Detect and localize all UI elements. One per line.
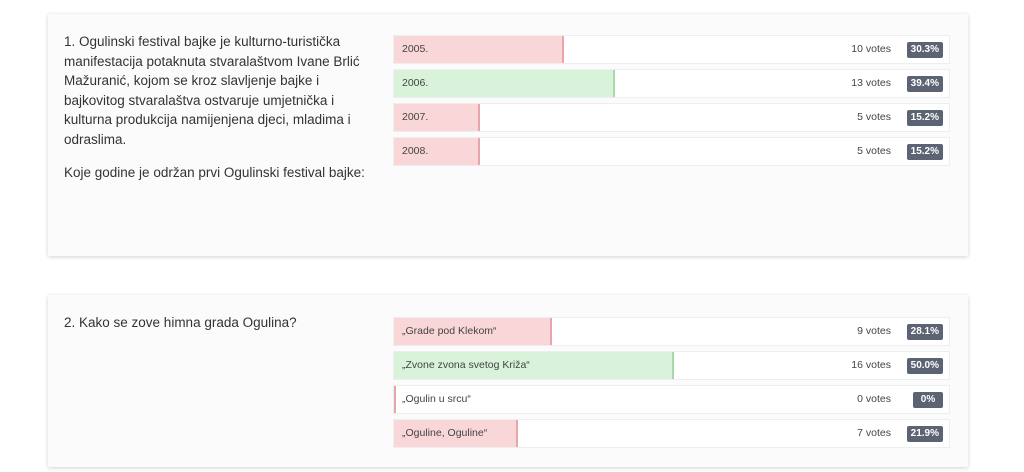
percent-badge: 21.9%	[906, 426, 943, 442]
percent-badge: 0%	[913, 392, 943, 408]
percent-badge: 39.4%	[906, 76, 943, 92]
answer-label: 2005.	[402, 43, 429, 55]
answer-option[interactable]: „Oguline, Oguline“ 7 votes 21.9%	[393, 419, 950, 448]
answer-label: 2008.	[402, 145, 429, 157]
vote-count: 9 votes	[857, 325, 891, 337]
poll-card-1: 1. Ogulinski festival bajke je kulturno-…	[48, 14, 968, 256]
vote-count: 16 votes	[851, 359, 891, 371]
question-2: 2. Kako se zove himna grada Ogulina?	[64, 313, 380, 347]
answer-option[interactable]: „Grade pod Klekom“ 9 votes 28.1%	[393, 317, 950, 346]
percent-badge: 50.0%	[906, 358, 943, 374]
answer-option[interactable]: „Zvone zvona svetog Križa“ 16 votes 50.0…	[393, 351, 950, 380]
vote-count: 5 votes	[857, 145, 891, 157]
answer-option[interactable]: 2005. 10 votes 30.3%	[393, 35, 950, 64]
poll-card-2: 2. Kako se zove himna grada Ogulina? „Gr…	[48, 295, 968, 467]
percent-badge: 15.2%	[906, 110, 943, 126]
question-2-text: 2. Kako se zove himna grada Ogulina?	[64, 315, 297, 330]
question-1-text: 1. Ogulinski festival bajke je kulturno-…	[64, 34, 360, 147]
answer-label: „Oguline, Oguline“	[402, 427, 488, 439]
vote-count: 5 votes	[857, 111, 891, 123]
vote-count: 0 votes	[857, 393, 891, 405]
answer-option[interactable]: 2007. 5 votes 15.2%	[393, 103, 950, 132]
percent-badge: 15.2%	[906, 144, 943, 160]
answer-list-1: 2005. 10 votes 30.3% 2006. 13 votes 39.4…	[393, 35, 950, 171]
answer-label: „Ogulin u srcu“	[402, 393, 471, 405]
question-1-prompt: Koje godine je održan prvi Ogulinski fes…	[64, 165, 365, 180]
answer-option[interactable]: 2008. 5 votes 15.2%	[393, 137, 950, 166]
answer-label: 2006.	[402, 77, 429, 89]
answer-label: 2007.	[402, 111, 429, 123]
answer-label: „Grade pod Klekom“	[402, 325, 497, 337]
percent-badge: 28.1%	[906, 324, 943, 340]
answer-option[interactable]: „Ogulin u srcu“ 0 votes 0%	[393, 385, 950, 414]
answer-list-2: „Grade pod Klekom“ 9 votes 28.1% „Zvone …	[393, 317, 950, 453]
vote-count: 13 votes	[851, 77, 891, 89]
answer-option[interactable]: 2006. 13 votes 39.4%	[393, 69, 950, 98]
percent-badge: 30.3%	[906, 42, 943, 58]
vote-bar	[394, 386, 396, 413]
answer-label: „Zvone zvona svetog Križa“	[402, 359, 530, 371]
question-1: 1. Ogulinski festival bajke je kulturno-…	[64, 32, 380, 197]
vote-count: 10 votes	[851, 43, 891, 55]
vote-count: 7 votes	[857, 427, 891, 439]
